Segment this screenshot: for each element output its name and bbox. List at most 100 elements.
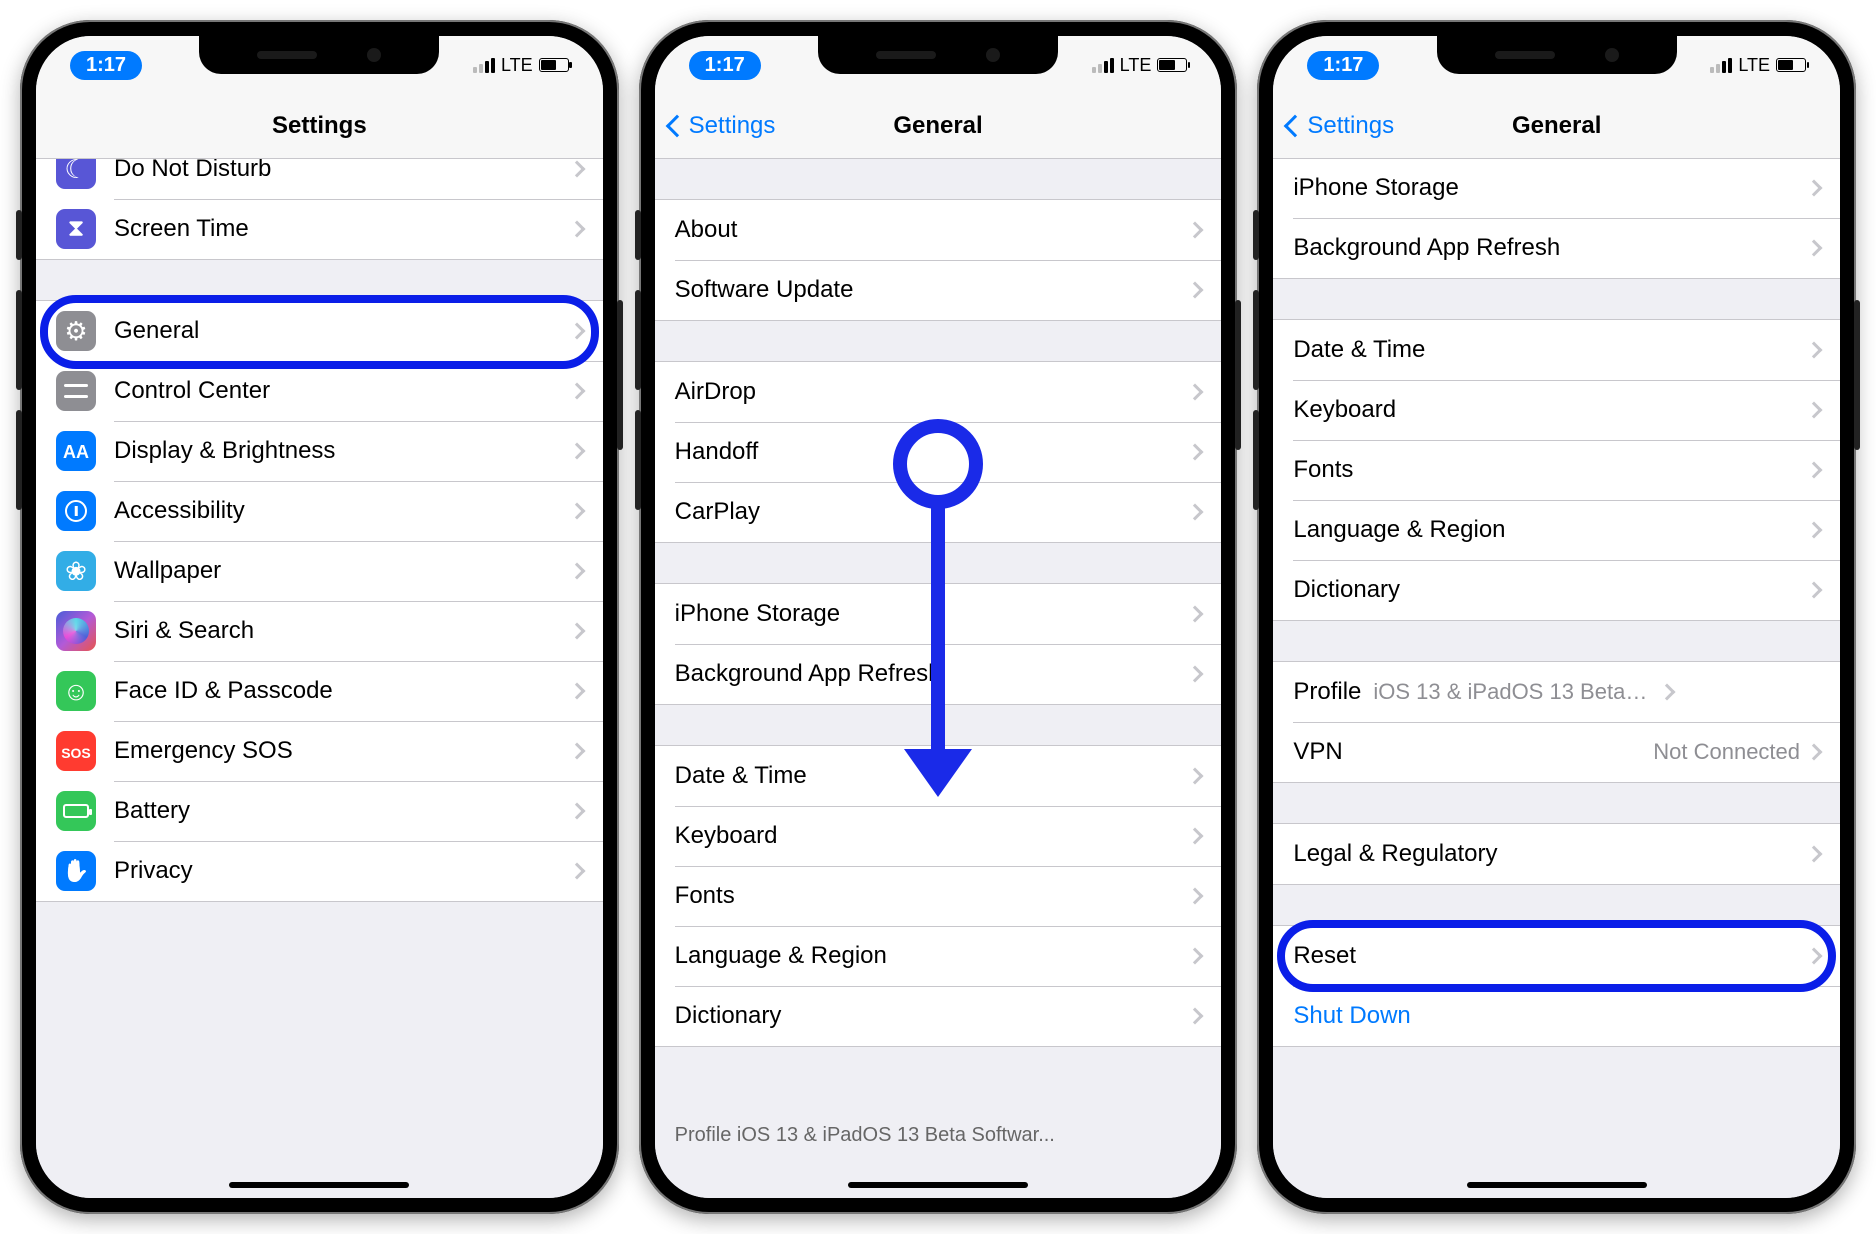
chevron-right-icon	[568, 623, 585, 640]
row-reset[interactable]: Reset	[1273, 926, 1840, 986]
face-icon	[56, 671, 96, 711]
chevron-right-icon	[1806, 846, 1823, 863]
hand-icon	[56, 851, 96, 891]
row-about[interactable]: About	[655, 200, 1222, 260]
row-fonts[interactable]: Fonts	[655, 866, 1222, 926]
home-indicator[interactable]	[848, 1182, 1028, 1188]
row-profile[interactable]: Profile iOS 13 & iPadOS 13 Beta Softwar.…	[1273, 662, 1840, 722]
chevron-right-icon	[1187, 1008, 1204, 1025]
row-accessibility[interactable]: Accessibility	[36, 481, 603, 541]
row-wallpaper[interactable]: Wallpaper	[36, 541, 603, 601]
row-label: Face ID & Passcode	[114, 677, 571, 705]
notch	[1437, 36, 1677, 74]
row-label: Legal & Regulatory	[1293, 840, 1808, 868]
row-do-not-disturb[interactable]: Do Not Disturb	[36, 159, 603, 199]
row-handoff[interactable]: Handoff	[655, 422, 1222, 482]
status-time: 1:17	[70, 51, 142, 80]
row-label: iPhone Storage	[675, 600, 1190, 628]
nav-bar: Settings General	[1273, 94, 1840, 159]
row-label: Keyboard	[675, 822, 1190, 850]
page-title: General	[1512, 112, 1601, 140]
row-label: Privacy	[114, 857, 571, 885]
chevron-right-icon	[1187, 768, 1204, 785]
row-legal-regulatory[interactable]: Legal & Regulatory	[1273, 824, 1840, 884]
row-iphone-storage[interactable]: iPhone Storage	[1273, 159, 1840, 218]
chevron-right-icon	[1806, 402, 1823, 419]
row-dictionary[interactable]: Dictionary	[1273, 560, 1840, 620]
moon-icon	[56, 159, 96, 189]
chevron-right-icon	[1806, 582, 1823, 599]
row-general[interactable]: General	[36, 301, 603, 361]
cutoff-row: Profile iOS 13 & iPadOS 13 Beta Softwar.…	[655, 1124, 1222, 1154]
row-label: Shut Down	[1293, 1002, 1820, 1030]
row-label: Do Not Disturb	[114, 159, 571, 183]
row-label: Emergency SOS	[114, 737, 571, 765]
back-button[interactable]: Settings	[1287, 112, 1394, 140]
row-language-region[interactable]: Language & Region	[655, 926, 1222, 986]
notch	[199, 36, 439, 74]
chevron-right-icon	[568, 383, 585, 400]
row-label: Date & Time	[1293, 336, 1808, 364]
row-emergency-sos[interactable]: Emergency SOS	[36, 721, 603, 781]
notch	[818, 36, 1058, 74]
row-screen-time[interactable]: Screen Time	[36, 199, 603, 259]
sliders-icon	[56, 371, 96, 411]
row-software-update[interactable]: Software Update	[655, 260, 1222, 320]
home-indicator[interactable]	[229, 1182, 409, 1188]
row-label: Display & Brightness	[114, 437, 571, 465]
row-label: Keyboard	[1293, 396, 1808, 424]
settings-group: Reset Shut Down	[1273, 925, 1840, 1047]
carrier-label: LTE	[501, 55, 533, 76]
row-language-region[interactable]: Language & Region	[1273, 500, 1840, 560]
row-iphone-storage[interactable]: iPhone Storage	[655, 584, 1222, 644]
row-label: Reset	[1293, 942, 1808, 970]
row-faceid-passcode[interactable]: Face ID & Passcode	[36, 661, 603, 721]
chevron-right-icon	[1806, 240, 1823, 257]
row-label: Accessibility	[114, 497, 571, 525]
row-date-time[interactable]: Date & Time	[1273, 320, 1840, 380]
battery-icon	[539, 58, 569, 72]
row-dictionary[interactable]: Dictionary	[655, 986, 1222, 1046]
row-label: General	[114, 317, 571, 345]
general-list-scrolled[interactable]: iPhone Storage Background App Refresh Da…	[1273, 159, 1840, 1198]
row-bg-app-refresh[interactable]: Background App Refresh	[655, 644, 1222, 704]
status-time: 1:17	[689, 51, 761, 80]
chevron-right-icon	[568, 863, 585, 880]
settings-group: Do Not Disturb Screen Time	[36, 159, 603, 260]
chevron-right-icon	[1806, 744, 1823, 761]
back-button[interactable]: Settings	[669, 112, 776, 140]
row-label: Siri & Search	[114, 617, 571, 645]
row-control-center[interactable]: Control Center	[36, 361, 603, 421]
row-label: Background App Refresh	[675, 660, 1190, 688]
row-keyboard[interactable]: Keyboard	[1273, 380, 1840, 440]
row-bg-app-refresh[interactable]: Background App Refresh	[1273, 218, 1840, 278]
flower-icon	[56, 551, 96, 591]
row-detail: Not Connected	[1653, 739, 1800, 765]
row-siri-search[interactable]: Siri & Search	[36, 601, 603, 661]
signal-icon	[1092, 58, 1114, 73]
row-airdrop[interactable]: AirDrop	[655, 362, 1222, 422]
row-label: iPhone Storage	[1293, 174, 1808, 202]
row-battery[interactable]: Battery	[36, 781, 603, 841]
row-label: Screen Time	[114, 215, 571, 243]
accessibility-icon	[56, 491, 96, 531]
chevron-right-icon	[1659, 684, 1676, 701]
row-privacy[interactable]: Privacy	[36, 841, 603, 901]
chevron-right-icon	[568, 503, 585, 520]
row-carplay[interactable]: CarPlay	[655, 482, 1222, 542]
phone-frame-2: 1:17 LTE Settings General About Software…	[639, 20, 1238, 1214]
row-keyboard[interactable]: Keyboard	[655, 806, 1222, 866]
settings-list[interactable]: Do Not Disturb Screen Time General	[36, 159, 603, 1198]
row-date-time[interactable]: Date & Time	[655, 746, 1222, 806]
row-label: Dictionary	[675, 1002, 1190, 1030]
row-label: Wallpaper	[114, 557, 571, 585]
general-list[interactable]: About Software Update AirDrop Handoff Ca…	[655, 159, 1222, 1198]
row-display-brightness[interactable]: Display & Brightness	[36, 421, 603, 481]
row-vpn[interactable]: VPN Not Connected	[1273, 722, 1840, 782]
chevron-right-icon	[1187, 384, 1204, 401]
row-fonts[interactable]: Fonts	[1273, 440, 1840, 500]
row-key: Profile	[1293, 678, 1361, 706]
row-shut-down[interactable]: Shut Down	[1273, 986, 1840, 1046]
home-indicator[interactable]	[1467, 1182, 1647, 1188]
page-title: General	[893, 112, 982, 140]
